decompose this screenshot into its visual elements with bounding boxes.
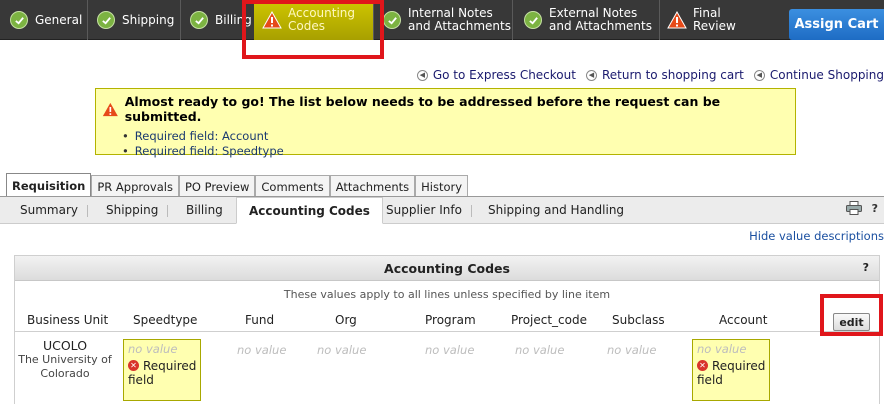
check-circle-icon xyxy=(96,10,116,30)
tab-history[interactable]: History xyxy=(415,175,469,197)
column-header-org: Org xyxy=(335,313,357,327)
subtab-summary[interactable]: Summary xyxy=(20,197,88,223)
required-label: Required xyxy=(712,359,766,373)
hide-value-descriptions-link[interactable]: Hide value descriptions xyxy=(749,229,884,243)
subtab-shipping-handling[interactable]: Shipping and Handling xyxy=(488,197,624,223)
warning-icon xyxy=(102,102,118,116)
printer-icon[interactable] xyxy=(846,201,862,215)
accounting-codes-panel: Accounting Codes ? These values apply to… xyxy=(14,255,880,404)
panel-title: Accounting Codes xyxy=(384,260,510,276)
step-label-line2: and Attachments xyxy=(549,19,652,33)
back-arrow-icon: ◀ xyxy=(416,69,428,81)
express-checkout-link[interactable]: ◀ Go to Express Checkout xyxy=(416,68,576,82)
column-header-subclass: Subclass xyxy=(612,313,665,327)
business-unit-code: UCOLO xyxy=(42,338,88,353)
assign-cart-button[interactable]: Assign Cart xyxy=(789,9,884,40)
checkout-steps-bar: General Shipping Billing Accounting Code… xyxy=(0,0,884,40)
speedtype-required-cell[interactable]: no value ✕ Required field xyxy=(123,339,201,401)
step-accounting-codes[interactable]: Accounting Codes xyxy=(254,0,374,40)
return-to-cart-link[interactable]: ◀ Return to shopping cart xyxy=(585,68,744,82)
step-label: General xyxy=(35,12,83,27)
tab-comments[interactable]: Comments xyxy=(255,175,330,197)
step-general[interactable]: General xyxy=(0,0,88,40)
step-final-review[interactable]: Final Review xyxy=(661,0,773,40)
step-billing[interactable]: Billing xyxy=(181,0,256,40)
column-header-speedtype: Speedtype xyxy=(133,313,198,327)
required-label-2: field xyxy=(697,373,723,387)
project-code-no-value: no value xyxy=(515,343,565,357)
warning-icon xyxy=(262,10,282,30)
check-circle-icon xyxy=(382,10,402,30)
check-circle-icon xyxy=(523,10,543,30)
checkout-links: ◀ Go to Express Checkout ◀ Return to shopp… xyxy=(407,67,884,83)
validation-alert: Almost ready to go! The list below needs… xyxy=(95,88,796,158)
step-label: Billing xyxy=(215,12,252,27)
fund-no-value: no value xyxy=(237,343,287,357)
org-no-value: no value xyxy=(317,343,367,357)
step-label-line2: Review xyxy=(693,19,736,33)
subtab-shipping[interactable]: Shipping xyxy=(106,197,169,223)
program-no-value: no value xyxy=(425,343,475,357)
business-unit-cell: UCOLO The University of Colorado xyxy=(15,339,115,381)
subtab-accounting-codes[interactable]: Accounting Codes xyxy=(236,197,383,224)
header-divider xyxy=(15,331,879,332)
alert-title: Almost ready to go! The list below needs… xyxy=(124,94,721,124)
check-circle-icon xyxy=(9,10,29,30)
no-value-text: no value xyxy=(697,342,747,356)
tab-attachments[interactable]: Attachments xyxy=(329,175,416,197)
alert-item[interactable]: Required field: Speedtype xyxy=(122,144,789,159)
back-arrow-icon: ◀ xyxy=(585,69,597,81)
tab-requisition[interactable]: Requisition xyxy=(6,173,92,197)
check-circle-icon xyxy=(189,10,209,30)
requisition-tabs: Requisition PR Approvals PO Preview Comm… xyxy=(6,173,469,197)
tab-pr-approvals[interactable]: PR Approvals xyxy=(91,175,179,197)
column-header-program: Program xyxy=(425,313,476,327)
column-header-business-unit: Business Unit xyxy=(27,313,109,327)
no-value-text: no value xyxy=(128,342,178,356)
step-label-line2: and Attachments xyxy=(408,19,511,33)
tab-po-preview[interactable]: PO Preview xyxy=(178,175,256,197)
account-required-cell[interactable]: no value ✕ Required field xyxy=(692,339,770,401)
error-icon: ✕ xyxy=(697,360,708,371)
business-unit-desc-line2: Colorado xyxy=(40,367,90,380)
required-label: Required xyxy=(143,359,197,373)
alert-item[interactable]: Required field: Account xyxy=(122,129,789,144)
business-unit-desc-line1: The University of xyxy=(18,353,112,366)
panel-note: These values apply to all lines unless s… xyxy=(283,288,611,301)
error-icon: ✕ xyxy=(128,360,139,371)
required-label-2: field xyxy=(128,373,154,387)
column-header-account: Account xyxy=(719,313,768,327)
subtab-supplier-info[interactable]: Supplier Info xyxy=(386,197,472,223)
sub-tabs: Summary Shipping Billing Accounting Code… xyxy=(0,197,884,224)
step-label-line2: Codes xyxy=(288,19,325,33)
alert-list: Required field: Account Required field: … xyxy=(122,129,789,159)
step-shipping[interactable]: Shipping xyxy=(88,0,181,40)
column-header-fund: Fund xyxy=(245,313,275,327)
step-internal-notes[interactable]: Internal Notes and Attachments xyxy=(375,0,513,40)
help-icon[interactable]: ? xyxy=(872,202,878,215)
back-arrow-icon: ◀ xyxy=(753,69,765,81)
column-header-project-code: Project_code xyxy=(511,313,587,327)
continue-shopping-link[interactable]: ◀ Continue Shopping xyxy=(753,68,884,82)
edit-button[interactable]: edit xyxy=(833,313,870,331)
step-external-notes[interactable]: External Notes and Attachments xyxy=(514,0,660,40)
step-label: Shipping xyxy=(122,12,175,27)
warning-icon xyxy=(667,10,687,30)
subclass-no-value: no value xyxy=(607,343,657,357)
subtab-billing[interactable]: Billing xyxy=(186,197,223,223)
help-icon[interactable]: ? xyxy=(863,261,869,274)
